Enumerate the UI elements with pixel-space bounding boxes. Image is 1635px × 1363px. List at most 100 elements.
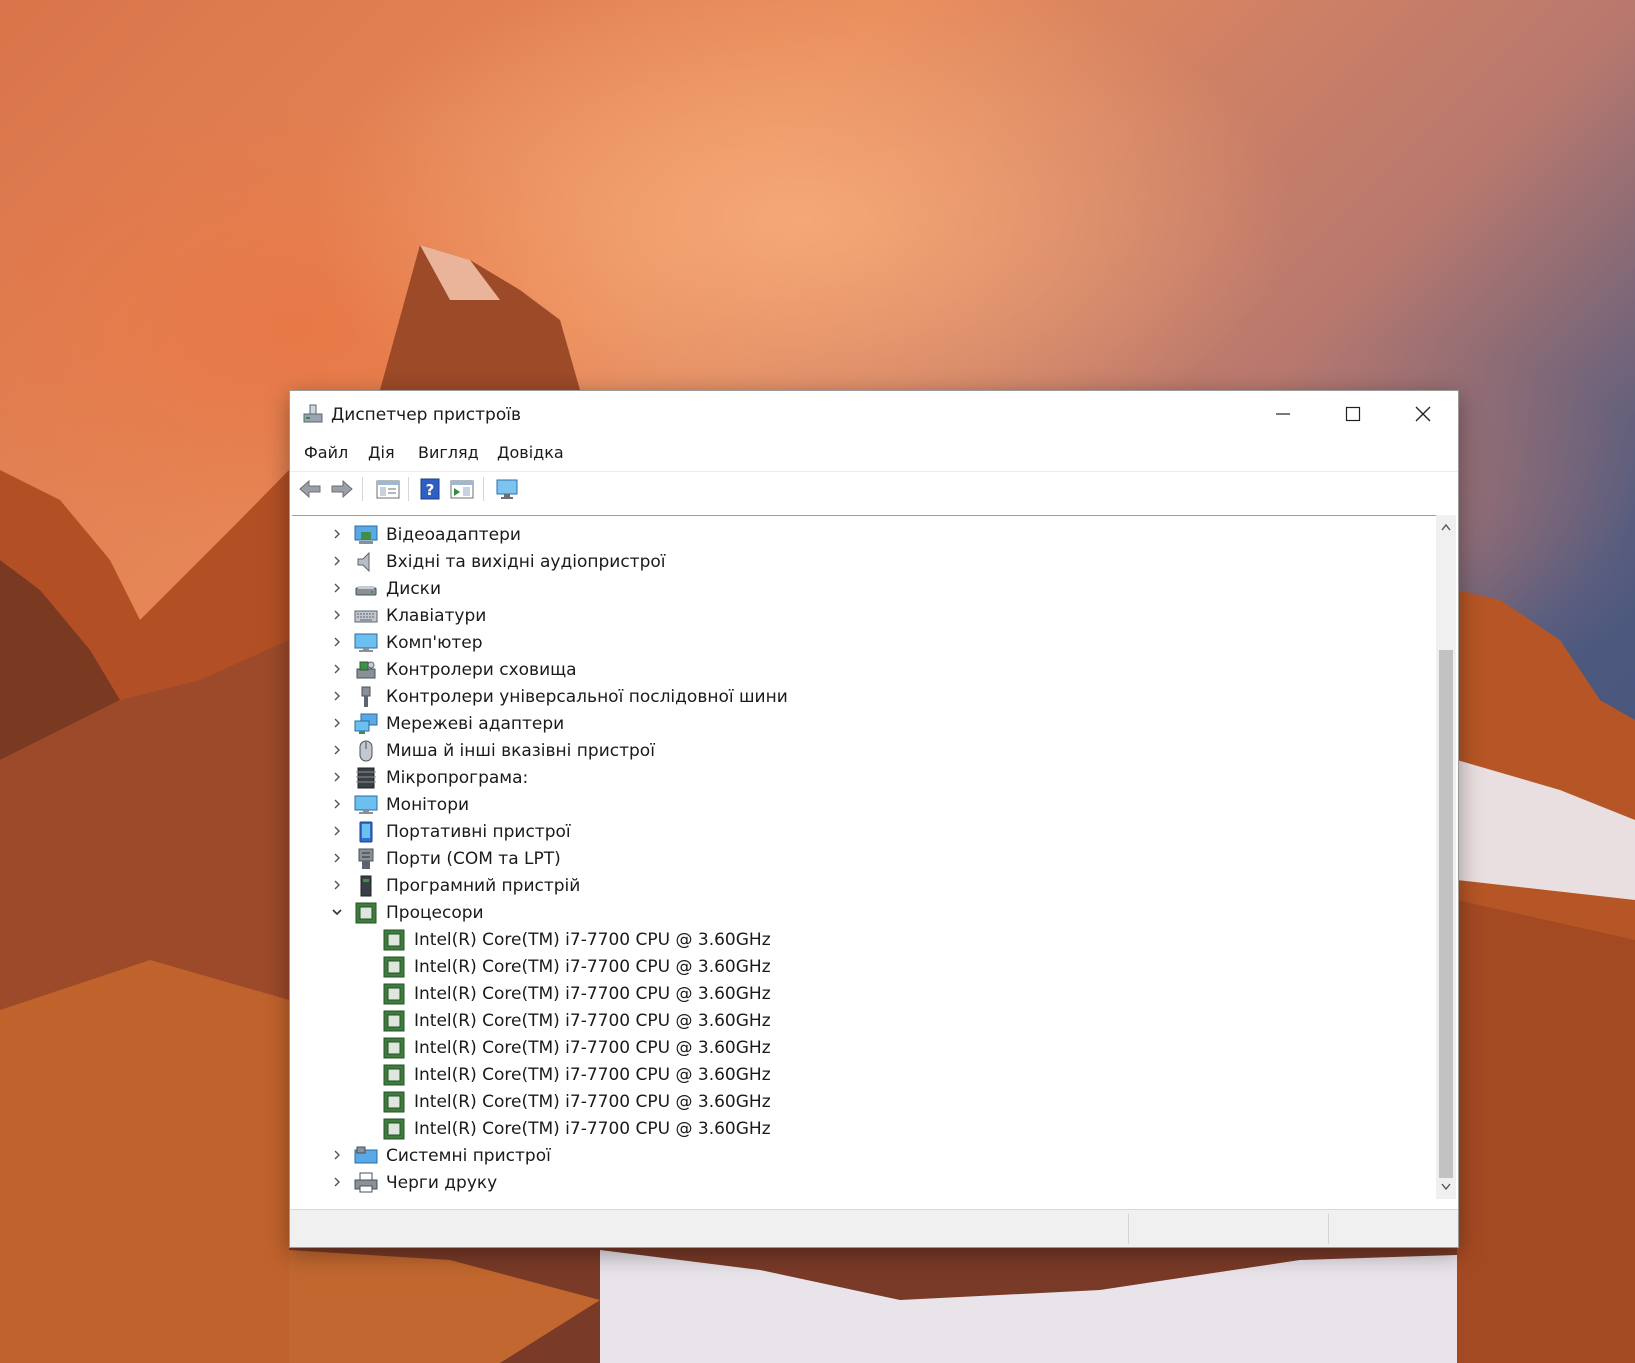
chevron-right-icon[interactable] <box>331 797 343 811</box>
display-adapter-icon <box>354 525 378 544</box>
close-icon <box>1415 406 1431 422</box>
tree-item-keyboards[interactable]: Клавіатури <box>292 603 1436 630</box>
processor-icon <box>383 1010 405 1032</box>
chevron-right-icon[interactable] <box>331 743 343 757</box>
toolbar-separator <box>362 477 363 501</box>
chevron-right-icon[interactable] <box>331 662 343 676</box>
chevron-right-icon[interactable] <box>331 554 343 568</box>
system-device-icon <box>354 1146 378 1164</box>
forward-arrow-icon[interactable] <box>330 478 354 500</box>
help-icon[interactable]: ? <box>418 478 442 500</box>
tree-item-audio-io[interactable]: Вхідні та вихідні аудіопристрої <box>292 549 1436 576</box>
tree-item-network-adapters[interactable]: Мережеві адаптери <box>292 711 1436 738</box>
menu-file[interactable]: Файл <box>304 443 348 462</box>
processor-icon <box>383 929 405 951</box>
chevron-right-icon[interactable] <box>331 581 343 595</box>
minimize-icon <box>1276 413 1290 415</box>
tree-item-print-queues[interactable]: Черги друку <box>292 1170 1436 1197</box>
tree-item-cpu[interactable]: Intel(R) Core(TM) i7-7700 CPU @ 3.60GHz <box>292 1089 1436 1116</box>
device-manager-icon <box>303 404 323 423</box>
device-manager-window: Диспетчер пристроїв Файл Дія Вигляд Дові… <box>289 390 1459 1248</box>
port-icon <box>358 848 374 869</box>
maximize-button[interactable] <box>1318 391 1388 437</box>
tree-item-cpu[interactable]: Intel(R) Core(TM) i7-7700 CPU @ 3.60GHz <box>292 1035 1436 1062</box>
chevron-right-icon[interactable] <box>331 878 343 892</box>
toolbar-separator <box>483 477 484 501</box>
computer-monitor-icon[interactable] <box>495 478 519 500</box>
chevron-down-icon[interactable] <box>331 905 343 919</box>
chevron-right-icon[interactable] <box>331 608 343 622</box>
action-icon[interactable] <box>450 478 474 500</box>
tree-item-display-adapters[interactable]: Відеоадаптери <box>292 522 1436 549</box>
title-bar[interactable]: Диспетчер пристроїв <box>290 391 1458 439</box>
close-button[interactable] <box>1388 391 1458 437</box>
vertical-scrollbar[interactable] <box>1436 515 1456 1199</box>
storage-controller-icon <box>356 661 376 679</box>
processor-icon <box>383 1091 405 1113</box>
tree-item-software-devices[interactable]: Програмний пристрій <box>292 873 1436 900</box>
toolbar-separator <box>408 477 409 501</box>
processor-icon <box>383 1037 405 1059</box>
tree-item-cpu[interactable]: Intel(R) Core(TM) i7-7700 CPU @ 3.60GHz <box>292 1008 1436 1035</box>
keyboard-icon <box>354 610 378 623</box>
chevron-right-icon[interactable] <box>331 770 343 784</box>
properties-icon[interactable] <box>376 478 400 500</box>
status-bar <box>290 1209 1458 1247</box>
tree-item-monitors[interactable]: Монітори <box>292 792 1436 819</box>
tree-item-portable-devices[interactable]: Портативні пристрої <box>292 819 1436 846</box>
tree-item-processors[interactable]: Процесори <box>292 900 1436 927</box>
scroll-down-icon[interactable] <box>1441 1183 1451 1191</box>
chevron-right-icon[interactable] <box>331 824 343 838</box>
menu-bar: Файл Дія Вигляд Довідка <box>290 439 1458 465</box>
tree-item-computer[interactable]: Комп'ютер <box>292 630 1436 657</box>
processor-icon <box>383 983 405 1005</box>
processor-icon <box>383 1064 405 1086</box>
processor-icon <box>355 902 377 924</box>
tree-item-cpu[interactable]: Intel(R) Core(TM) i7-7700 CPU @ 3.60GHz <box>292 954 1436 981</box>
tree-item-firmware[interactable]: Мікропрограма: <box>292 765 1436 792</box>
scrollbar-thumb[interactable] <box>1439 650 1453 1178</box>
maximize-icon <box>1345 406 1361 422</box>
minimize-button[interactable] <box>1248 391 1318 437</box>
software-device-icon <box>360 875 372 897</box>
processor-icon <box>383 956 405 978</box>
scroll-up-icon[interactable] <box>1441 523 1451 531</box>
printer-icon <box>354 1172 378 1193</box>
firmware-icon <box>356 767 376 789</box>
device-tree-panel: Відеоадаптери Вхідні та вихідні аудіопри… <box>292 515 1436 1200</box>
speaker-icon <box>357 551 370 573</box>
tree-item-cpu[interactable]: Intel(R) Core(TM) i7-7700 CPU @ 3.60GHz <box>292 927 1436 954</box>
tree-item-disk-drives[interactable]: Диски <box>292 576 1436 603</box>
device-tree: Відеоадаптери Вхідні та вихідні аудіопри… <box>292 522 1436 1197</box>
menu-help[interactable]: Довідка <box>497 443 564 462</box>
tree-item-mice[interactable]: Миша й інші вказівні пристрої <box>292 738 1436 765</box>
network-adapter-icon <box>354 713 378 734</box>
chevron-right-icon[interactable] <box>331 1148 343 1162</box>
toolbar: ? <box>290 471 1458 504</box>
usb-icon <box>361 686 371 707</box>
tree-item-usb-controllers[interactable]: Контролери універсальної послідовної шин… <box>292 684 1436 711</box>
portable-device-icon <box>359 821 373 843</box>
chevron-right-icon[interactable] <box>331 716 343 730</box>
status-separator <box>1328 1214 1329 1244</box>
tree-item-storage-controllers[interactable]: Контролери сховища <box>292 657 1436 684</box>
back-arrow-icon[interactable] <box>298 478 322 500</box>
chevron-right-icon[interactable] <box>331 527 343 541</box>
menu-view[interactable]: Вигляд <box>418 443 479 462</box>
status-separator <box>1128 1214 1129 1244</box>
computer-icon <box>354 633 378 652</box>
chevron-right-icon[interactable] <box>331 635 343 649</box>
chevron-right-icon[interactable] <box>331 689 343 703</box>
tree-item-cpu[interactable]: Intel(R) Core(TM) i7-7700 CPU @ 3.60GHz <box>292 1062 1436 1089</box>
svg-text:?: ? <box>426 481 435 499</box>
chevron-right-icon[interactable] <box>331 1175 343 1189</box>
tree-item-cpu[interactable]: Intel(R) Core(TM) i7-7700 CPU @ 3.60GHz <box>292 1116 1436 1143</box>
processor-icon <box>383 1118 405 1140</box>
window-title: Диспетчер пристроїв <box>331 405 521 425</box>
tree-item-ports[interactable]: Порти (COM та LPT) <box>292 846 1436 873</box>
tree-item-system-devices[interactable]: Системні пристрої <box>292 1143 1436 1170</box>
disk-drive-icon <box>355 586 377 596</box>
menu-action[interactable]: Дія <box>368 443 395 462</box>
chevron-right-icon[interactable] <box>331 851 343 865</box>
tree-item-cpu[interactable]: Intel(R) Core(TM) i7-7700 CPU @ 3.60GHz <box>292 981 1436 1008</box>
